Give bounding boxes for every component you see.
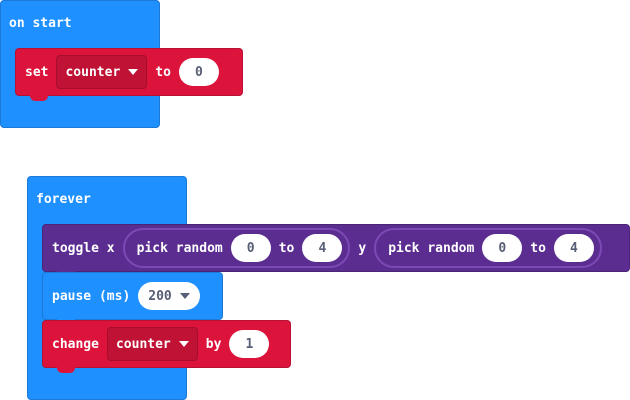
pause-duration-dropdown[interactable]: 200	[138, 282, 200, 310]
block-notch	[57, 367, 75, 373]
dropdown-caret-icon	[179, 293, 190, 299]
dropdown-caret-icon	[178, 341, 189, 347]
pause-duration-value: 200	[148, 288, 172, 304]
set-label: set	[25, 64, 49, 80]
pick-random-label: pick random	[388, 240, 475, 256]
random-x-from-input[interactable]: 0	[230, 234, 271, 262]
set-value-input[interactable]: 0	[178, 58, 219, 86]
pick-random-x-reporter[interactable]: pick random 0 to 4	[122, 228, 351, 268]
variable-dropdown[interactable]: counter	[106, 327, 198, 361]
pause-block[interactable]: pause (ms) 200	[42, 272, 223, 325]
random-to-label: to	[530, 240, 546, 256]
pick-random-y-reporter[interactable]: pick random 0 to 4	[374, 228, 602, 268]
on-start-label: on start	[9, 16, 72, 31]
variable-dropdown[interactable]: counter	[56, 55, 148, 89]
block-notch	[30, 95, 48, 101]
toggle-led-block[interactable]: toggle x pick random 0 to 4 y pick rando…	[42, 224, 630, 277]
random-y-from-input[interactable]: 0	[482, 234, 523, 262]
change-value-input[interactable]: 1	[229, 330, 270, 358]
variable-name: counter	[115, 336, 171, 352]
change-variable-block[interactable]: change counter by 1	[42, 320, 291, 373]
dropdown-caret-icon	[128, 69, 139, 75]
by-label: by	[205, 336, 222, 352]
toggle-x-label: toggle x	[52, 240, 115, 256]
pick-random-label: pick random	[136, 240, 223, 256]
to-label: to	[155, 64, 171, 80]
random-y-to-input[interactable]: 4	[553, 234, 594, 262]
y-label: y	[358, 240, 367, 256]
change-label: change	[52, 336, 99, 352]
forever-label: forever	[36, 192, 91, 207]
variable-name: counter	[65, 64, 121, 80]
random-x-to-input[interactable]: 4	[302, 234, 343, 262]
random-to-label: to	[278, 240, 295, 256]
set-variable-block[interactable]: set counter to 0	[15, 48, 243, 101]
pause-label: pause (ms)	[52, 288, 131, 304]
